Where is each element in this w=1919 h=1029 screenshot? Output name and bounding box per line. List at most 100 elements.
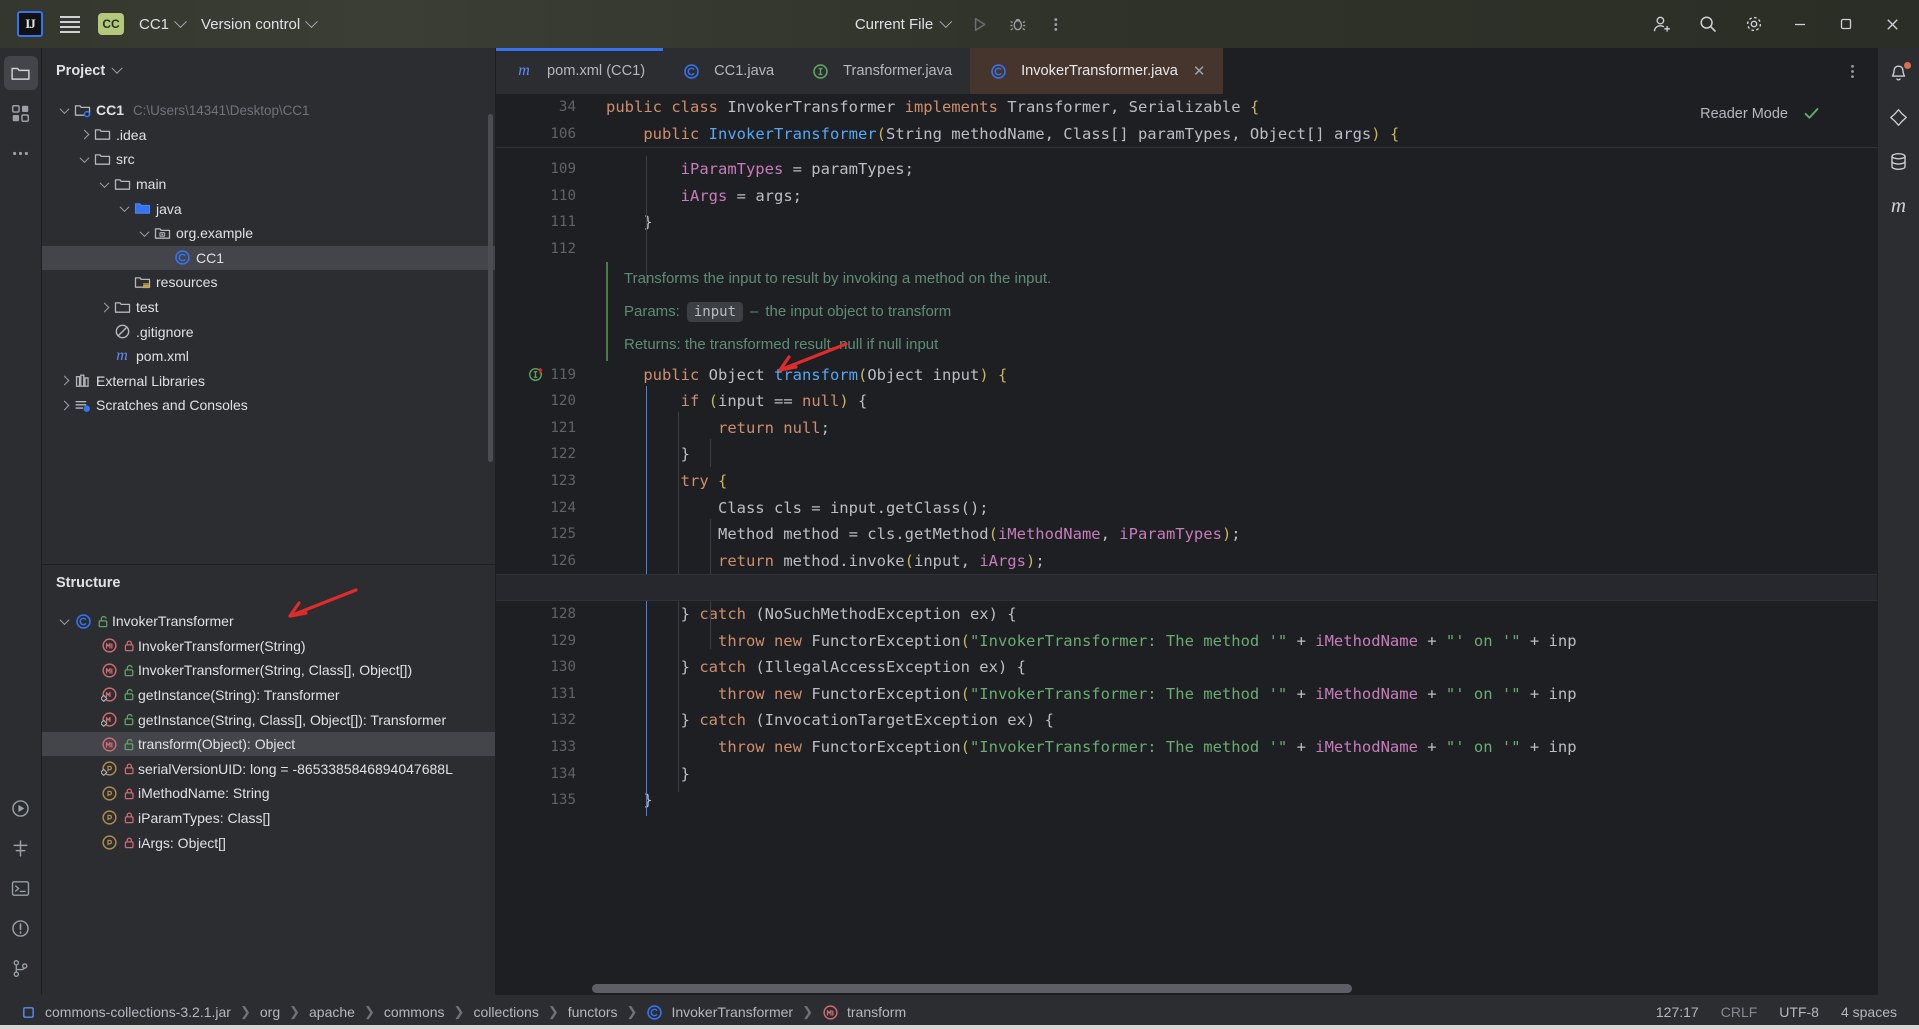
code-line[interactable]: 120 if (input == null) { xyxy=(496,388,1877,415)
sidebar-item-version-control[interactable] xyxy=(4,951,38,985)
sidebar-item-structure[interactable] xyxy=(4,831,38,865)
sidebar-item-problems[interactable] xyxy=(4,911,38,945)
breadcrumb-item[interactable]: functors xyxy=(562,1004,624,1020)
project-tree-item[interactable]: External Libraries xyxy=(42,369,495,394)
tree-expand-arrow[interactable] xyxy=(56,373,72,389)
intellij-logo[interactable]: IJ xyxy=(10,4,50,44)
editor-tab-pom-xml-cc1[interactable]: m pom.xml (CC1) xyxy=(496,48,664,94)
structure-tree-item[interactable]: InvokerTransformer xyxy=(42,609,495,634)
line-number[interactable]: 122 xyxy=(496,446,588,462)
project-tree-scrollbar[interactable] xyxy=(488,114,493,462)
code-line[interactable]: 124 Class cls = input.getClass(); xyxy=(496,494,1877,521)
project-tree-item[interactable]: .idea xyxy=(42,123,495,148)
close-tab-icon[interactable]: ✕ xyxy=(1193,62,1206,80)
sidebar-item-terminal[interactable] xyxy=(4,871,38,905)
close-window-button[interactable] xyxy=(1869,0,1915,48)
code-line[interactable]: 132 } catch (InvocationTargetException e… xyxy=(496,707,1877,734)
project-tree-item[interactable]: .gitignore xyxy=(42,319,495,344)
project-tree-item[interactable]: CC1 xyxy=(42,245,495,271)
breadcrumb-item[interactable]: InvokerTransformer xyxy=(640,1003,799,1021)
project-tree-item[interactable]: java xyxy=(42,196,495,221)
minimize-button[interactable] xyxy=(1777,0,1823,48)
line-number[interactable]: 133 xyxy=(496,739,588,755)
line-number[interactable]: 124 xyxy=(496,500,588,516)
project-panel-header[interactable]: Project xyxy=(42,54,495,88)
code-line[interactable]: 34 public class InvokerTransformer implem… xyxy=(496,94,1877,121)
structure-tree-item[interactable]: iParamTypes: Class[] xyxy=(42,806,495,831)
code-line[interactable]: 110 iArgs = args; xyxy=(496,183,1877,210)
project-tree-item[interactable]: src xyxy=(42,147,495,172)
tree-expand-arrow[interactable] xyxy=(56,397,72,413)
editor-tab-invokertransformer-java[interactable]: InvokerTransformer.java ✕ xyxy=(970,48,1224,94)
structure-tree-item[interactable]: serialVersionUID: long = -86533858468940… xyxy=(42,756,495,781)
maximize-button[interactable] xyxy=(1823,0,1869,48)
structure-tree[interactable]: InvokerTransformer InvokerTransformer(Str… xyxy=(42,601,495,995)
code-line[interactable]: 125 Method method = cls.getMethod(iMetho… xyxy=(496,521,1877,548)
code-line[interactable]: 131 throw new FunctorException("InvokerT… xyxy=(496,681,1877,708)
tree-expand-arrow[interactable] xyxy=(56,613,72,629)
code-line[interactable]: 112 xyxy=(496,236,1877,263)
database-button[interactable] xyxy=(1882,144,1916,178)
tree-expand-arrow[interactable] xyxy=(136,225,152,241)
structure-tree-item[interactable]: getInstance(String, Class[], Object[]): … xyxy=(42,707,495,732)
line-number[interactable]: 109 xyxy=(496,161,588,177)
account-button[interactable] xyxy=(1639,0,1685,48)
line-number[interactable]: 123 xyxy=(496,473,588,489)
project-tree-item[interactable]: m pom.xml xyxy=(42,344,495,369)
reader-mode-widget[interactable]: Reader Mode xyxy=(1700,104,1821,123)
line-number[interactable]: 120 xyxy=(496,393,588,409)
breadcrumb-item[interactable]: commons-collections-3.2.1.jar xyxy=(14,1003,237,1021)
line-number[interactable]: 34 xyxy=(496,99,588,115)
project-widget[interactable]: CC CC1 xyxy=(90,9,193,39)
code-line[interactable]: 129 throw new FunctorException("InvokerT… xyxy=(496,627,1877,654)
gutter-mark[interactable] xyxy=(526,367,544,382)
tree-expand-arrow[interactable] xyxy=(116,201,132,217)
code-line[interactable]: 109 iParamTypes = paramTypes; xyxy=(496,156,1877,183)
tree-expand-arrow[interactable] xyxy=(96,176,112,192)
project-tree-item[interactable]: test xyxy=(42,295,495,320)
code-line[interactable]: 111 } xyxy=(496,209,1877,236)
encoding[interactable]: UTF-8 xyxy=(1779,1004,1819,1020)
line-number[interactable]: 129 xyxy=(496,633,588,649)
code-line[interactable]: 130 } catch (IllegalAccessException ex) … xyxy=(496,654,1877,681)
run-button[interactable] xyxy=(962,8,998,40)
line-number[interactable]: 130 xyxy=(496,659,588,675)
structure-tree-item[interactable]: getInstance(String): Transformer xyxy=(42,683,495,708)
code-line[interactable]: 119 public Object transform(Object input… xyxy=(496,361,1877,388)
project-tree-item[interactable]: resources xyxy=(42,270,495,295)
breadcrumb-item[interactable]: org xyxy=(254,1004,286,1020)
code-line[interactable]: 134 } xyxy=(496,760,1877,787)
line-number[interactable]: 125 xyxy=(496,526,588,542)
line-number[interactable]: 110 xyxy=(496,188,588,204)
code-line[interactable]: 128 } catch (NoSuchMethodException ex) { xyxy=(496,601,1877,628)
project-tree-item[interactable]: org.example xyxy=(42,221,495,246)
tab-options-button[interactable] xyxy=(1837,56,1867,86)
code-line[interactable]: 135 } xyxy=(496,787,1877,814)
line-number[interactable]: 121 xyxy=(496,420,588,436)
code-line[interactable]: 122 } xyxy=(496,441,1877,468)
run-configuration-selector[interactable]: Current File xyxy=(845,9,960,39)
project-tree-item[interactable]: main xyxy=(42,172,495,197)
code-line[interactable]: 126 return method.invoke(input, iArgs); xyxy=(496,548,1877,575)
line-number[interactable]: 131 xyxy=(496,686,588,702)
code-line[interactable]: 133 throw new FunctorException("InvokerT… xyxy=(496,734,1877,761)
code-line[interactable]: 106 public InvokerTransformer(String met… xyxy=(496,121,1877,148)
line-number[interactable]: 112 xyxy=(496,241,588,257)
project-tree-item[interactable]: Scratches and Consoles xyxy=(42,393,495,418)
structure-tree-item[interactable]: InvokerTransformer(String, Class[], Obje… xyxy=(42,658,495,683)
structure-tree-item[interactable]: InvokerTransformer(String) xyxy=(42,633,495,658)
line-number[interactable]: 134 xyxy=(496,766,588,782)
breadcrumb[interactable]: commons-collections-3.2.1.jar ❯ org ❯ apache… xyxy=(14,1003,912,1021)
line-number[interactable]: 128 xyxy=(496,606,588,622)
more-actions-button[interactable] xyxy=(1038,8,1074,40)
main-menu-button[interactable] xyxy=(50,4,90,44)
structure-tree-item[interactable]: iArgs: Object[] xyxy=(42,830,495,855)
caret-position[interactable]: 127:17 xyxy=(1656,1004,1699,1020)
structure-tree-item[interactable]: transform(Object): Object xyxy=(42,731,495,757)
code-line[interactable]: 123 try { xyxy=(496,468,1877,495)
sidebar-item-run[interactable] xyxy=(4,791,38,825)
settings-button[interactable] xyxy=(1731,0,1777,48)
tree-expand-arrow[interactable] xyxy=(56,102,72,118)
editor-horizontal-scrollbar[interactable] xyxy=(592,984,1352,993)
sidebar-item-more[interactable] xyxy=(4,136,38,170)
